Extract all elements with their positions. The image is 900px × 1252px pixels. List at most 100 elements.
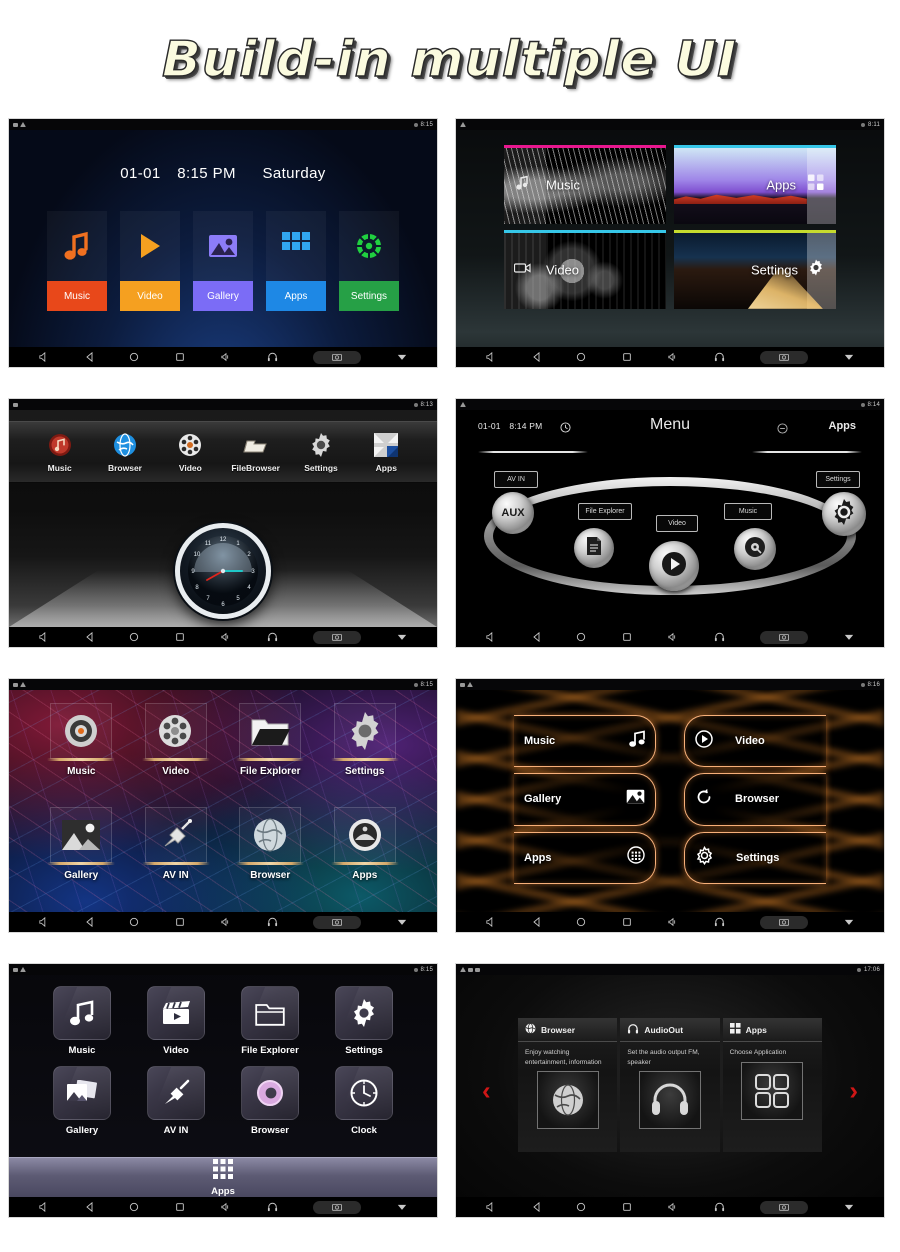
collapse-icon[interactable] [397, 633, 407, 641]
recents-icon[interactable] [175, 1202, 185, 1212]
tile-video[interactable]: Video [504, 230, 666, 309]
back-icon[interactable] [532, 352, 541, 362]
volume-down-icon[interactable] [39, 352, 49, 362]
volume-down-icon[interactable] [39, 1202, 49, 1212]
knob-video[interactable] [649, 541, 699, 591]
panel-neon-grid[interactable]: 8:15 Music Video File Explorer Settings … [8, 678, 438, 933]
app-settings[interactable]: Settings [323, 703, 408, 803]
card-apps[interactable]: Apps Choose Application [722, 1018, 822, 1152]
recents-icon[interactable] [622, 917, 632, 927]
back-icon[interactable] [85, 632, 94, 642]
volume-down-icon[interactable] [39, 632, 49, 642]
volume-up-icon[interactable] [221, 632, 231, 642]
tile-apps[interactable]: Apps [674, 145, 836, 224]
home-icon[interactable] [576, 632, 586, 642]
button-music[interactable]: Music [514, 715, 656, 768]
home-icon[interactable] [129, 632, 139, 642]
back-icon[interactable] [85, 1202, 94, 1212]
panel-metal-clock[interactable]: 8:13 Music Browser Video FileBrowser Set… [8, 398, 438, 648]
collapse-icon[interactable] [844, 353, 854, 361]
collapse-icon[interactable] [844, 1203, 854, 1211]
system-nav-bar[interactable] [9, 912, 437, 932]
knob-aux[interactable]: AUX [492, 492, 534, 534]
headphones-icon[interactable] [714, 632, 725, 642]
app-music[interactable]: Music [39, 703, 124, 803]
collapse-icon[interactable] [397, 918, 407, 926]
recents-icon[interactable] [175, 632, 185, 642]
app-apps[interactable]: Apps [323, 806, 408, 907]
headphones-thumb-icon[interactable] [638, 1071, 701, 1130]
tile-gallery[interactable]: Gallery [193, 211, 253, 311]
card-browser[interactable]: Browser Enjoy watching entertainment, in… [518, 1018, 618, 1152]
volume-up-icon[interactable] [668, 352, 678, 362]
button-browser[interactable]: Browser [684, 773, 826, 826]
panel-ellipse-menu[interactable]: 8:14 01-01 8:14 PM Menu Apps AV IN File … [455, 398, 885, 648]
home-icon[interactable] [576, 352, 586, 362]
recents-icon[interactable] [175, 917, 185, 927]
volume-down-icon[interactable] [486, 632, 496, 642]
tile-video[interactable]: Video [120, 211, 180, 311]
volume-up-icon[interactable] [221, 917, 231, 927]
card-audioout[interactable]: AudioOut Set the audio output FM, speake… [620, 1018, 720, 1152]
app-music[interactable]: Music [41, 986, 123, 1062]
app-video[interactable]: Video [135, 986, 217, 1062]
plate-file-explorer[interactable]: File Explorer [578, 503, 632, 520]
system-nav-bar[interactable] [9, 347, 437, 367]
recents-icon[interactable] [622, 352, 632, 362]
tile-music[interactable]: Music [504, 145, 666, 224]
next-arrow-button[interactable]: › [849, 1075, 858, 1106]
apps-thumb-icon[interactable] [741, 1061, 804, 1120]
back-icon[interactable] [85, 917, 94, 927]
panel-orange-rays[interactable]: 8:16 Music Video Gallery Browser Apps Se… [455, 678, 885, 933]
headphones-icon[interactable] [267, 1202, 278, 1212]
plate-settings[interactable]: Settings [816, 471, 860, 488]
shortcut-filebrowser[interactable]: FileBrowser [227, 431, 285, 473]
button-gallery[interactable]: Gallery [514, 773, 656, 826]
app-settings[interactable]: Settings [323, 986, 405, 1062]
back-icon[interactable] [532, 1202, 541, 1212]
plate-video[interactable]: Video [656, 515, 698, 532]
screenshot-icon[interactable] [760, 1200, 809, 1214]
app-browser[interactable]: Browser [228, 806, 313, 907]
app-gallery[interactable]: Gallery [41, 1065, 123, 1142]
recents-icon[interactable] [622, 1202, 632, 1212]
plate-av-in[interactable]: AV IN [494, 471, 538, 488]
system-nav-bar[interactable] [456, 347, 884, 367]
home-icon[interactable] [576, 1202, 586, 1212]
circle-minus-icon[interactable] [777, 421, 788, 439]
shortcut-video[interactable]: Video [161, 431, 219, 473]
recents-icon[interactable] [175, 352, 185, 362]
back-icon[interactable] [532, 917, 541, 927]
headphones-icon[interactable] [714, 1202, 725, 1212]
back-icon[interactable] [85, 352, 94, 362]
app-gallery[interactable]: Gallery [39, 806, 124, 907]
back-icon[interactable] [532, 632, 541, 642]
shortcut-apps[interactable]: Apps [357, 431, 415, 473]
knob-settings[interactable] [822, 492, 866, 536]
system-nav-bar[interactable] [456, 912, 884, 932]
collapse-icon[interactable] [397, 353, 407, 361]
shortcut-browser[interactable]: Browser [96, 431, 154, 473]
apps-dock[interactable]: Apps [9, 1157, 437, 1197]
panel-dark-tiles[interactable]: 8:15 Music Video File Explorer Settings … [8, 963, 438, 1218]
volume-down-icon[interactable] [486, 352, 496, 362]
panel-photo-tiles[interactable]: 8:11 Music Apps Video Settings [455, 118, 885, 368]
volume-down-icon[interactable] [39, 917, 49, 927]
button-apps[interactable]: Apps [514, 831, 656, 884]
panel-card-carousel[interactable]: 17:06 ‹ › Browser Enjoy watching enterta… [455, 963, 885, 1218]
app-av-in[interactable]: AV IN [135, 1065, 217, 1142]
home-icon[interactable] [129, 917, 139, 927]
tile-settings[interactable]: Settings [339, 211, 399, 311]
apps-label[interactable]: Apps [829, 420, 857, 432]
screenshot-icon[interactable] [760, 630, 809, 644]
button-settings[interactable]: Settings [684, 831, 826, 884]
system-nav-bar[interactable] [456, 627, 884, 647]
home-icon[interactable] [576, 917, 586, 927]
app-file-explorer[interactable]: File Explorer [229, 986, 311, 1062]
plate-music[interactable]: Music [724, 503, 772, 520]
volume-up-icon[interactable] [221, 1202, 231, 1212]
volume-up-icon[interactable] [668, 632, 678, 642]
system-nav-bar[interactable] [9, 1197, 437, 1217]
volume-down-icon[interactable] [486, 1202, 496, 1212]
app-video[interactable]: Video [134, 703, 219, 803]
